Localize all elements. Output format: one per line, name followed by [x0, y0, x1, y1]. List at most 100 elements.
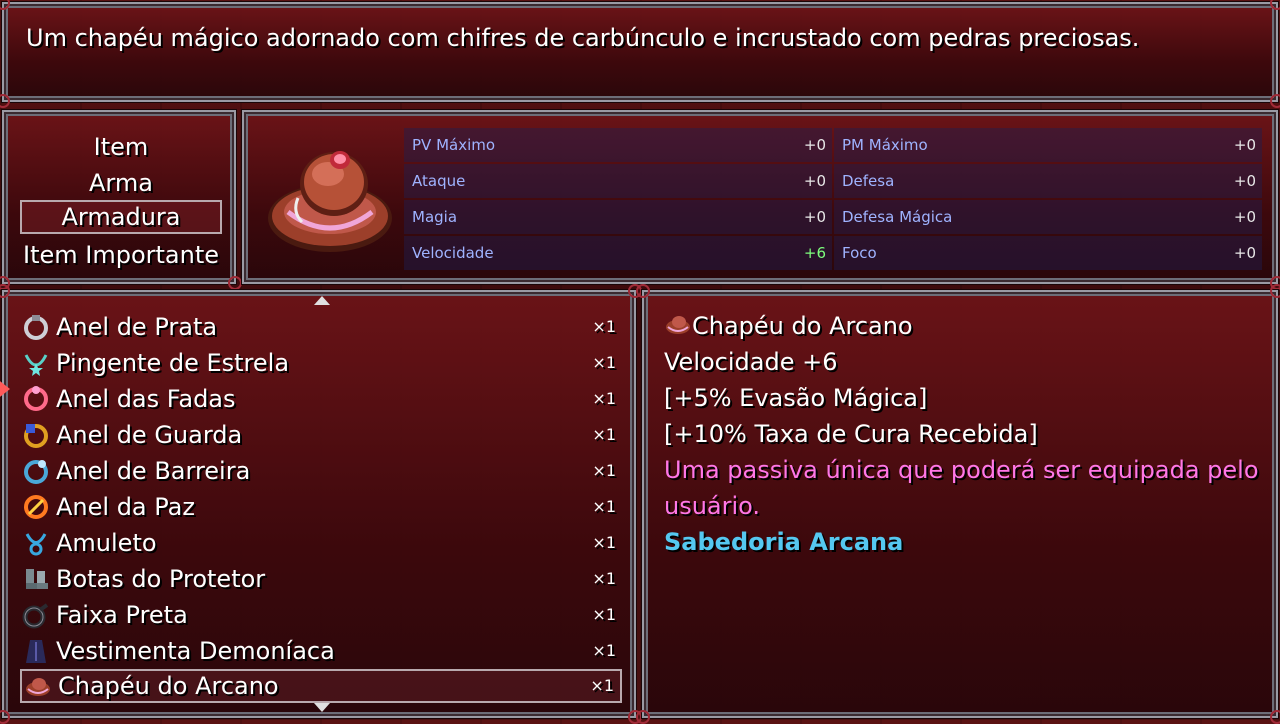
stat-value: +0 [803, 208, 826, 226]
stat-max-hp: PV Máximo +0 [404, 128, 832, 162]
stat-value: +0 [1233, 244, 1256, 262]
stat-value: +0 [1233, 136, 1256, 154]
list-item[interactable]: Vestimenta Demoníaca ×1 [20, 634, 622, 668]
item-name: Chapéu do Arcano [58, 672, 279, 700]
detail-title: Chapéu do Arcano [664, 308, 913, 344]
frame-ornament [636, 284, 650, 298]
demon-robe-icon [26, 640, 46, 663]
item-name: Anel das Fadas [56, 385, 236, 413]
black-belt-icon [22, 603, 49, 629]
item-name: Anel de Prata [56, 313, 218, 341]
item-quantity: ×1 [592, 569, 616, 588]
boots-icon [26, 569, 48, 589]
frame-ornament [0, 0, 10, 10]
item-name: Botas do Protetor [56, 565, 266, 593]
item-name: Anel de Barreira [56, 457, 251, 485]
scroll-down-arrow-icon[interactable] [314, 703, 330, 712]
item-quantity: ×1 [592, 353, 616, 372]
frame-ornament [1270, 710, 1280, 724]
item-quantity: ×1 [592, 425, 616, 444]
barrier-ring-icon [24, 460, 48, 484]
detail-stat: Velocidade +6 [664, 348, 838, 376]
stat-focus: Foco +0 [834, 236, 1262, 270]
item-quantity: ×1 [592, 497, 616, 516]
frame-ornament [1270, 284, 1280, 298]
stat-defense: Defesa +0 [834, 164, 1262, 198]
stat-value: +0 [803, 136, 826, 154]
detail-passive-description: Uma passiva única que poderá ser equipad… [664, 456, 1259, 484]
stat-attack: Ataque +0 [404, 164, 832, 198]
stat-label: Magia [412, 208, 458, 226]
item-quantity: ×1 [592, 605, 616, 624]
stat-value: +0 [1233, 208, 1256, 226]
stat-value: +0 [803, 172, 826, 190]
list-item[interactable]: Anel de Guarda ×1 [20, 418, 622, 452]
stat-magic: Magia +0 [404, 200, 832, 234]
frame-ornament [1270, 94, 1280, 108]
stat-label: PM Máximo [842, 136, 928, 154]
arcane-hat-icon [666, 316, 690, 334]
item-name: Vestimenta Demoníaca [56, 637, 335, 665]
item-name: Pingente de Estrela [56, 349, 290, 377]
fairy-ring-icon [24, 386, 48, 411]
stats-window: PV Máximo +0 Ataque +0 Magia +0 Velocida… [242, 110, 1280, 290]
item-name: Anel de Guarda [56, 421, 243, 449]
frame-ornament [0, 710, 10, 724]
item-name: Amuleto [56, 529, 157, 557]
item-quantity: ×1 [592, 461, 616, 480]
item-name: Anel da Paz [56, 493, 195, 521]
help-window: Um chapéu mágico adornado com chifres de… [0, 0, 1280, 108]
category-key-item[interactable]: Item Importante [20, 238, 222, 272]
frame-ornament [228, 276, 242, 290]
frame-ornament [636, 710, 650, 724]
item-list-window: Anel de Prata ×1 Pingente de Estrela ×1 … [0, 284, 642, 724]
help-text: Um chapéu mágico adornado com chifres de… [26, 24, 1140, 52]
list-item[interactable]: Anel da Paz ×1 [20, 490, 622, 524]
category-weapon[interactable]: Arma [20, 166, 222, 200]
stat-label: Defesa Mágica [842, 208, 953, 226]
stat-value: +0 [1233, 172, 1256, 190]
list-item[interactable]: Anel de Prata ×1 [20, 310, 622, 344]
stat-label: Foco [842, 244, 877, 262]
frame-ornament [0, 94, 10, 108]
stat-label: Defesa [842, 172, 895, 190]
frame-ornament [1270, 0, 1280, 10]
item-quantity: ×1 [592, 389, 616, 408]
list-item[interactable]: Pingente de Estrela ×1 [20, 346, 622, 380]
guard-ring-icon [24, 424, 48, 448]
list-item-selected[interactable]: Chapéu do Arcano ×1 [20, 669, 622, 703]
frame-ornament [0, 284, 10, 298]
stat-label: Ataque [412, 172, 466, 190]
selection-cursor-icon [0, 378, 10, 400]
silver-ring-icon [24, 315, 48, 340]
list-item[interactable]: Anel de Barreira ×1 [20, 454, 622, 488]
list-item[interactable]: Anel das Fadas ×1 [20, 382, 622, 416]
stat-speed: Velocidade +6 [404, 236, 832, 270]
peace-ring-icon [24, 495, 48, 519]
stat-max-mp: PM Máximo +0 [834, 128, 1262, 162]
arcane-hat-icon [268, 151, 392, 252]
detail-item-name: Chapéu do Arcano [692, 312, 913, 340]
detail-passive-name: Sabedoria Arcana [664, 528, 904, 556]
star-pendant-icon [24, 354, 48, 376]
category-item[interactable]: Item [20, 130, 222, 164]
list-item[interactable]: Amuleto ×1 [20, 526, 622, 560]
category-armor[interactable]: Armadura [20, 200, 222, 234]
scroll-up-arrow-icon[interactable] [314, 296, 330, 305]
category-window: Item Arma Armadura Item Importante [0, 110, 242, 290]
list-item[interactable]: Faixa Preta ×1 [20, 598, 622, 632]
stat-magic-defense: Defesa Mágica +0 [834, 200, 1262, 234]
stat-label: Velocidade [412, 244, 494, 262]
item-quantity: ×1 [592, 317, 616, 336]
item-quantity: ×1 [592, 641, 616, 660]
detail-effect-evasion: [+5% Evasão Mágica] [664, 384, 928, 412]
amulet-icon [25, 533, 47, 556]
stat-value: +6 [803, 244, 826, 262]
list-item[interactable]: Botas do Protetor ×1 [20, 562, 622, 596]
arcane-hat-icon [26, 678, 50, 696]
item-quantity: ×1 [592, 533, 616, 552]
item-quantity: ×1 [590, 676, 614, 695]
item-detail-window: Chapéu do Arcano Velocidade +6 [+5% Evas… [636, 284, 1280, 724]
stat-label: PV Máximo [412, 136, 496, 154]
item-name: Faixa Preta [56, 601, 188, 629]
